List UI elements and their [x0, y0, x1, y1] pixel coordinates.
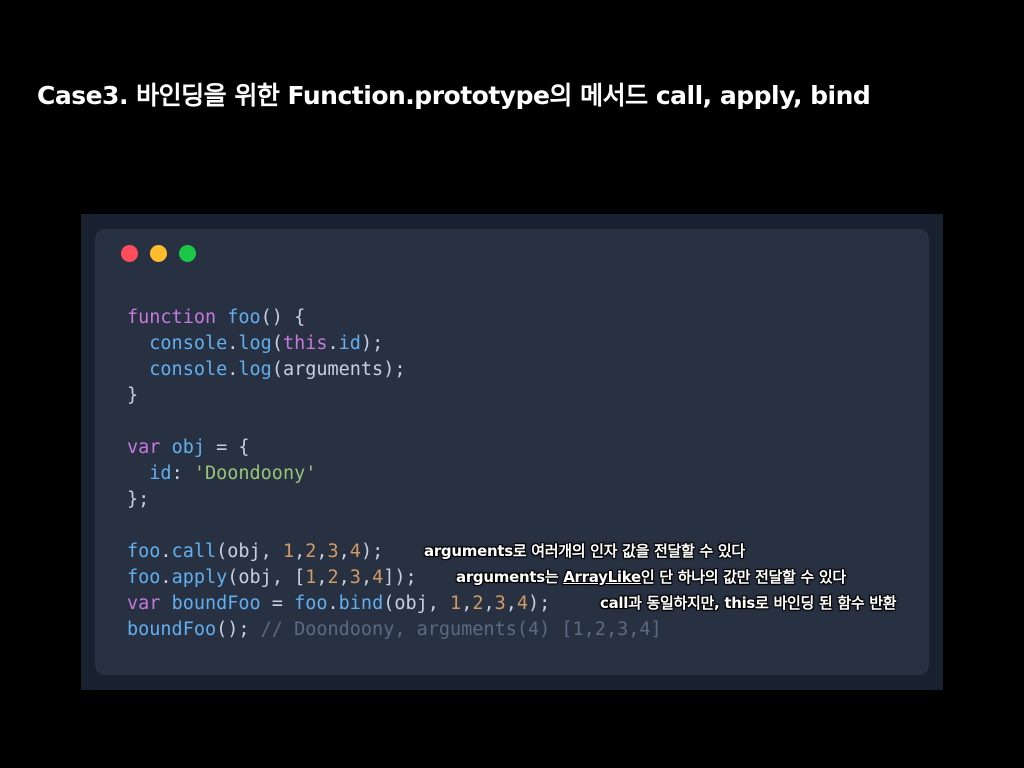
code-token: , [338, 567, 350, 588]
code-token: ( [271, 333, 283, 354]
window-maximize-dot [179, 245, 196, 262]
code-line: } [127, 383, 662, 409]
code-token: 3 [327, 541, 339, 562]
code-token: ); [360, 333, 384, 354]
slide-title: Case3. 바인딩을 위한 Function.prototype의 메서드 c… [37, 81, 871, 110]
code-token: : [171, 463, 194, 484]
code-line: }; [127, 487, 662, 513]
code-token: this [282, 333, 328, 354]
annotation-apply: arguments는 ArrayLike인 단 하나의 값만 전달할 수 있다 [456, 567, 846, 587]
code-token: console [149, 333, 228, 354]
code-token: (); [216, 619, 261, 640]
code-token: boundFoo [127, 619, 217, 640]
code-token: ); [360, 541, 384, 562]
code-line: console.log(this.id); [127, 331, 662, 357]
code-line: function foo() { [127, 305, 662, 331]
code-token: bind [338, 593, 384, 614]
code-token: foo [227, 307, 261, 328]
code-token: obj [171, 437, 205, 458]
code-line: id: 'Doondoony' [127, 461, 662, 487]
code-token: 2 [472, 593, 484, 614]
window-minimize-dot [150, 245, 167, 262]
annotation-apply-suffix: 인 단 하나의 값만 전달할 수 있다 [640, 568, 846, 586]
code-token: , [294, 541, 306, 562]
code-token: var [127, 437, 161, 458]
code-token: boundFoo [171, 593, 261, 614]
code-token: 1 [450, 593, 462, 614]
annotation-call: arguments로 여러개의 인자 값을 전달할 수 있다 [424, 542, 745, 560]
code-token: 4 [349, 541, 361, 562]
code-token: ]); [383, 567, 417, 588]
code-token: log [238, 333, 272, 354]
code-token: foo [127, 567, 161, 588]
code-token: , [461, 593, 473, 614]
code-token: . [160, 541, 172, 562]
code-token: (obj, [ [227, 567, 306, 588]
code-token: , [316, 567, 328, 588]
code-line: boundFoo(); // Doondoony, arguments(4) [… [127, 617, 662, 643]
code-token: 4 [372, 567, 384, 588]
code-line: var obj = { [127, 435, 662, 461]
annotation-apply-arraylike: ArrayLike [563, 568, 641, 586]
code-token: . [160, 567, 172, 588]
code-token: , [483, 593, 495, 614]
code-token: . [327, 333, 339, 354]
code-token: 2 [327, 567, 339, 588]
code-token: 3 [349, 567, 361, 588]
code-token: var [127, 593, 161, 614]
code-token: apply [171, 567, 228, 588]
code-token: (obj, [383, 593, 451, 614]
code-token: , [505, 593, 517, 614]
code-token: () { [260, 307, 306, 328]
code-token: . [227, 333, 239, 354]
code-token: , [316, 541, 328, 562]
code-token: ); [528, 593, 551, 614]
code-token: = [260, 593, 295, 614]
code-line: var boundFoo = foo.bind(obj, 1,2,3,4); [127, 591, 662, 617]
code-token: (arguments); [271, 359, 406, 380]
code-line: console.log(arguments); [127, 357, 662, 383]
code-token: id [338, 333, 361, 354]
code-token: , [360, 567, 373, 588]
window-close-dot [121, 245, 138, 262]
code-token: log [238, 359, 272, 380]
code-token: , [338, 541, 350, 562]
code-token: foo [127, 541, 161, 562]
code-token: console [149, 359, 228, 380]
code-token: } [127, 385, 139, 406]
code-token: // Doondoony, arguments(4) [1,2,3,4] [260, 619, 662, 640]
annotation-bind: call과 동일하지만, this로 바인딩 된 함수 반환 [600, 594, 897, 612]
annotation-apply-prefix: arguments는 [456, 568, 564, 586]
code-token: function [127, 307, 217, 328]
code-token: 2 [305, 541, 317, 562]
code-token: id [149, 463, 172, 484]
code-token: 4 [516, 593, 529, 614]
code-token: (obj, [216, 541, 283, 562]
code-token: foo [294, 593, 328, 614]
code-block: function foo() { console.log(this.id); c… [127, 305, 662, 643]
code-token: 'Doondoony' [193, 463, 317, 484]
code-token: 3 [494, 593, 506, 614]
code-token: 1 [282, 541, 295, 562]
code-token: call [171, 541, 217, 562]
code-token: 1 [305, 567, 317, 588]
code-token: = { [204, 437, 250, 458]
code-token: }; [127, 489, 150, 510]
code-token: . [327, 593, 339, 614]
code-token: . [227, 359, 239, 380]
